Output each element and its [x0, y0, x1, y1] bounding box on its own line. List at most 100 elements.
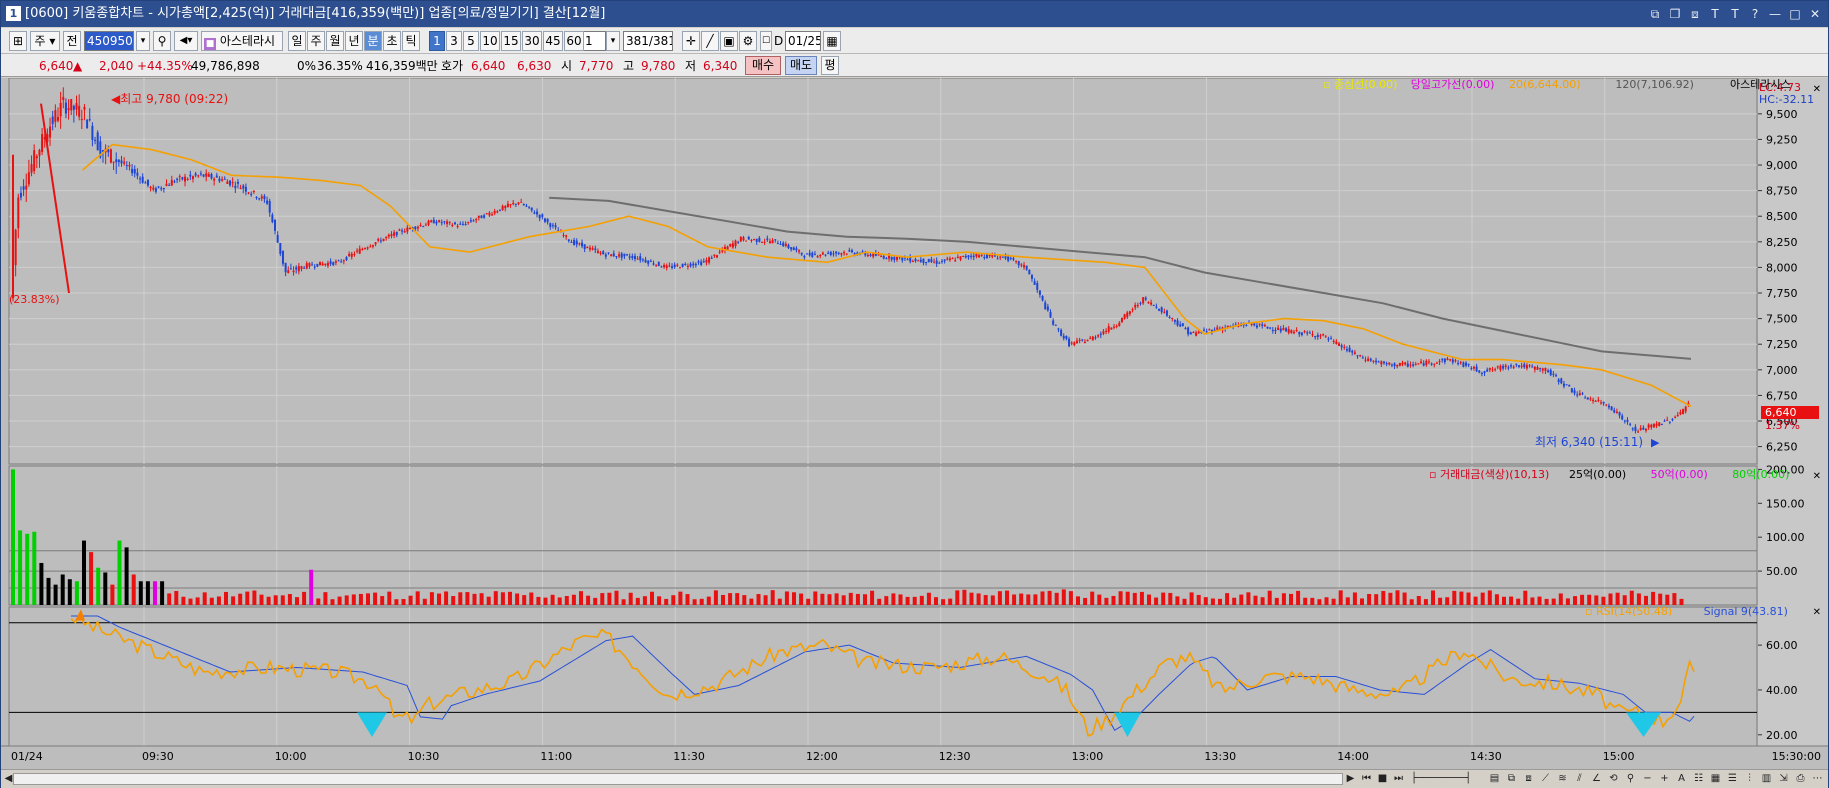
candle-body: [62, 96, 65, 100]
minute-button-5[interactable]: 5: [463, 31, 479, 51]
period-button-3[interactable]: 년: [345, 31, 363, 51]
candle-body: [1631, 428, 1634, 430]
minimize-icon[interactable]: —: [1768, 1, 1782, 27]
export-icon[interactable]: ⇲: [1776, 772, 1791, 786]
interval-dropdown-icon[interactable]: ▾: [606, 31, 620, 51]
zoom-icon[interactable]: ⚲: [1623, 772, 1638, 786]
grid-icon[interactable]: ☷: [1691, 772, 1706, 786]
maximize-icon[interactable]: □: [1788, 1, 1802, 27]
volume-bar: [11, 469, 15, 605]
close-icon[interactable]: ✕: [1808, 1, 1822, 27]
save-icon[interactable]: ▣: [720, 31, 738, 51]
volume-bar: [1253, 595, 1258, 605]
volume-bar: [1615, 592, 1620, 605]
period-button-6[interactable]: 틱: [402, 31, 420, 51]
crosshair-icon[interactable]: ✛: [682, 31, 700, 51]
window-split-icon[interactable]: ⧉: [1504, 772, 1519, 786]
window-number-icon[interactable]: 1: [6, 6, 21, 21]
scroll-right-icon[interactable]: ▶: [1343, 772, 1358, 786]
candle-body: [154, 188, 157, 192]
angle-icon[interactable]: ∠: [1589, 772, 1604, 786]
stock-code-input[interactable]: 450950: [84, 31, 134, 51]
period-button-2[interactable]: 월: [326, 31, 344, 51]
volume-bar: [877, 598, 882, 605]
candle-body: [321, 263, 324, 266]
indicator-icon[interactable]: ▥: [1759, 772, 1774, 786]
candle-body: [191, 176, 194, 179]
chart-area[interactable]: 01/24 09:30 10:00 10:30 11:00 11:30 12:00 12:30…: [1, 78, 1828, 769]
price-legend-3: 120(7,106.92): [1615, 78, 1694, 91]
average-button[interactable]: 평: [821, 56, 839, 75]
chart-type-icon[interactable]: ⫶: [1742, 772, 1757, 786]
candle-body: [768, 241, 771, 244]
interval-input[interactable]: 1: [582, 31, 606, 51]
rewind-icon[interactable]: ⏮: [1359, 772, 1374, 786]
price-legend-1: 당일고가선(0.00): [1411, 78, 1495, 91]
help-icon[interactable]: ?: [1748, 1, 1762, 27]
period-button-4[interactable]: 분: [364, 31, 382, 51]
code-dropdown-icon[interactable]: ▾: [136, 31, 150, 51]
minute-button-30[interactable]: 30: [522, 31, 542, 51]
low-label: 저: [685, 59, 697, 73]
zoom-slider[interactable]: ├────────┤: [1411, 772, 1481, 786]
list-icon[interactable]: ☰: [1725, 772, 1740, 786]
minute-button-60[interactable]: 60: [564, 31, 584, 51]
stop-icon[interactable]: ■: [1375, 772, 1390, 786]
candle-body: [610, 254, 613, 257]
volume-bar: [1473, 596, 1478, 605]
restore-icon[interactable]: ❐: [1668, 1, 1682, 27]
draw-line-icon[interactable]: ╱: [701, 31, 719, 51]
chart-canvas[interactable]: 01/24 09:30 10:00 10:30 11:00 11:30 12:00 12:30…: [1, 78, 1828, 769]
settings-icon[interactable]: ⚙: [739, 31, 757, 51]
link-icon[interactable]: ⧉: [1648, 1, 1662, 27]
cycle-icon[interactable]: ⟲: [1606, 772, 1621, 786]
candle-body: [1348, 347, 1351, 352]
count-field[interactable]: 381/381: [623, 31, 673, 51]
zoom-out-icon[interactable]: −: [1640, 772, 1655, 786]
sound-icon[interactable]: ◀▾: [174, 31, 198, 51]
volume-bar: [387, 591, 392, 605]
period-button-0[interactable]: 일: [288, 31, 306, 51]
scope-select[interactable]: 전: [63, 31, 81, 51]
volume-bar: [586, 595, 591, 605]
print-icon[interactable]: ⎙: [1793, 772, 1808, 786]
chart-scrollbar[interactable]: [13, 773, 1343, 785]
buy-button[interactable]: 매수: [745, 56, 781, 75]
font-icon[interactable]: T: [1708, 1, 1722, 27]
text-tool-icon[interactable]: A: [1674, 772, 1689, 786]
period-button-1[interactable]: 주: [307, 31, 325, 51]
candle-body: [678, 267, 681, 269]
minute-button-10[interactable]: 10: [480, 31, 500, 51]
candle-body: [1052, 320, 1055, 325]
candle-body: [1549, 369, 1552, 376]
channel-icon[interactable]: ⫽: [1572, 772, 1587, 786]
candle-body: [623, 253, 626, 257]
candle-body: [324, 263, 327, 265]
table-icon[interactable]: ▦: [1708, 772, 1723, 786]
date-input[interactable]: 01/25: [785, 31, 821, 51]
sell-button[interactable]: 매도: [785, 56, 817, 75]
minute-button-1[interactable]: 1: [429, 31, 445, 51]
compare-icon[interactable]: ⧈: [1521, 772, 1536, 786]
minute-button-15[interactable]: 15: [501, 31, 521, 51]
font-small-icon[interactable]: T: [1728, 1, 1742, 27]
stock-name-field[interactable]: ■ 아스테라시: [201, 31, 283, 51]
date-checkbox[interactable]: ☐: [760, 31, 772, 51]
minute-button-3[interactable]: 3: [446, 31, 462, 51]
market-select[interactable]: 주 ▾: [30, 31, 60, 51]
candle-body: [96, 132, 99, 151]
more-icon[interactable]: ⋯: [1810, 772, 1825, 786]
zoom-in-icon[interactable]: +: [1657, 772, 1672, 786]
trend-icon[interactable]: ⟋: [1538, 772, 1553, 786]
first-icon[interactable]: ⊞: [9, 31, 27, 51]
fibonacci-icon[interactable]: ≋: [1555, 772, 1570, 786]
candle-body: [1086, 339, 1089, 342]
forward-icon[interactable]: ⏭: [1391, 772, 1406, 786]
calendar-icon[interactable]: ▦: [823, 31, 841, 51]
period-button-5[interactable]: 초: [383, 31, 401, 51]
copy-icon[interactable]: ⧈: [1688, 1, 1702, 27]
layout-icon[interactable]: ▤: [1487, 772, 1502, 786]
candle-body: [59, 102, 62, 117]
search-icon[interactable]: ⚲: [153, 31, 171, 51]
minute-button-45[interactable]: 45: [543, 31, 563, 51]
